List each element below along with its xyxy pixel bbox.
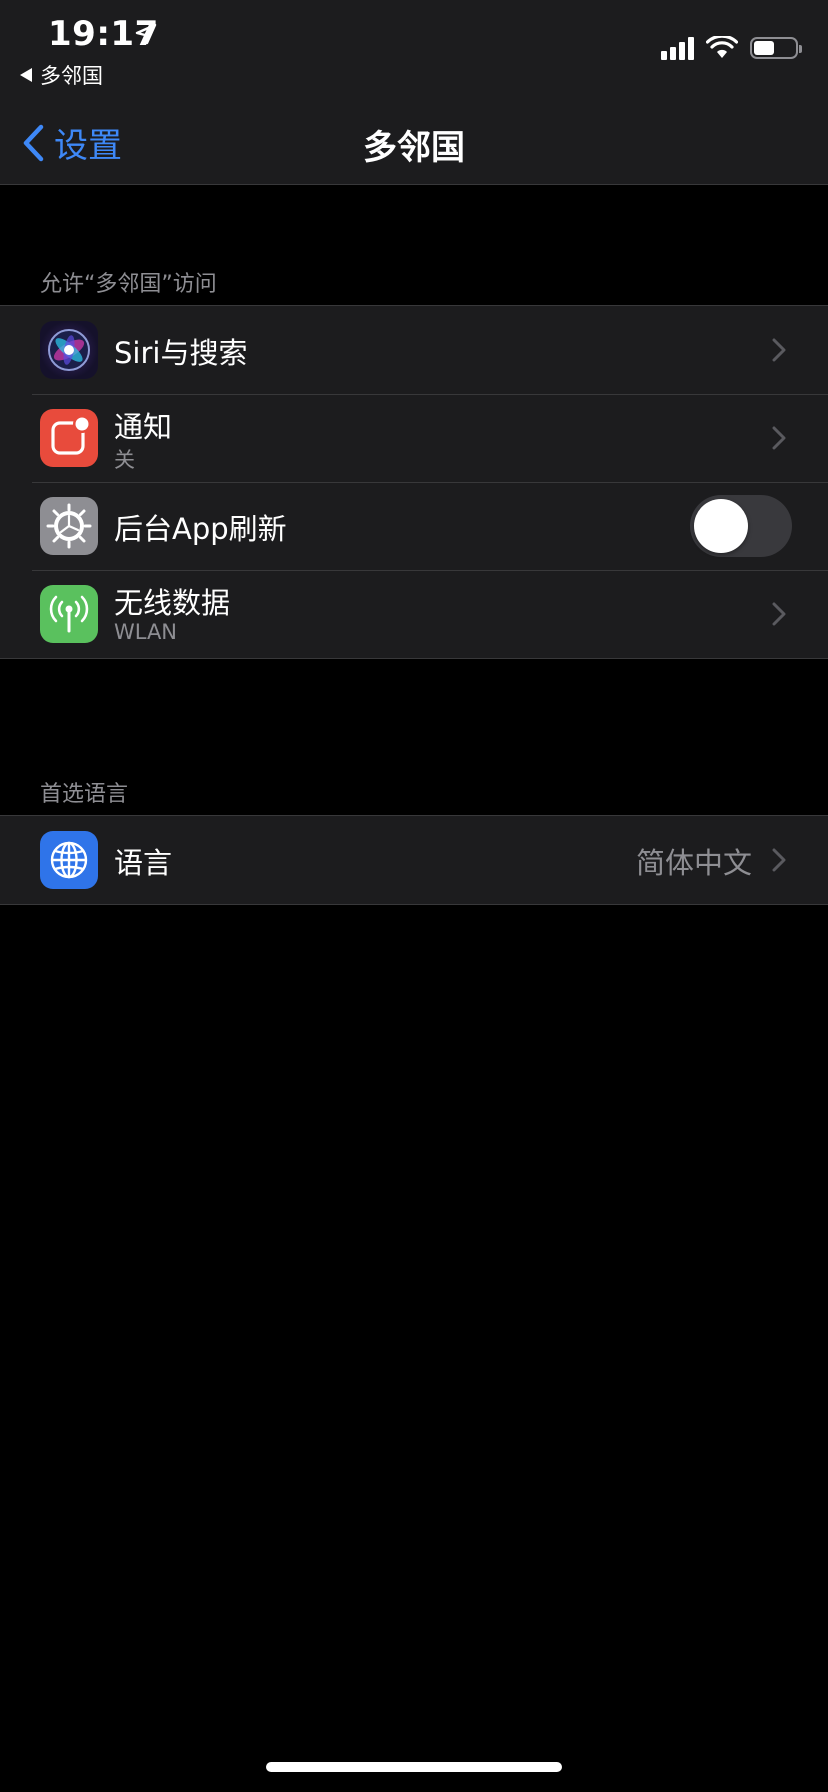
back-triangle-icon — [20, 68, 32, 82]
chevron-right-icon — [772, 848, 786, 872]
antenna-icon — [40, 585, 98, 643]
notification-icon — [40, 409, 98, 467]
chevron-right-icon — [772, 426, 786, 450]
wireless-data-row[interactable]: 无线数据 WLAN — [0, 570, 828, 658]
status-indicators — [661, 36, 802, 60]
siri-icon — [40, 321, 98, 379]
wireless-data-status: WLAN — [114, 620, 178, 644]
siri-search-label: Siri与搜索 — [114, 336, 248, 370]
language-value: 简体中文 — [635, 846, 752, 880]
status-bar: 19:17 多邻国 — [0, 0, 828, 96]
siri-search-row[interactable]: Siri与搜索 — [0, 306, 828, 394]
battery-icon — [750, 37, 802, 59]
language-row[interactable]: 语言 简体中文 — [0, 816, 828, 904]
background-refresh-label: 后台App刷新 — [114, 512, 287, 546]
notifications-label: 通知 — [114, 410, 173, 444]
language-label: 语言 — [114, 846, 173, 880]
chevron-right-icon — [772, 602, 786, 626]
wifi-icon — [706, 36, 738, 58]
background-refresh-toggle[interactable] — [690, 495, 792, 557]
cellular-signal-icon — [661, 36, 694, 60]
page-title: 多邻国 — [363, 128, 465, 168]
back-to-app-link[interactable]: 多邻国 — [20, 60, 103, 90]
notifications-status: 关 — [114, 448, 135, 472]
navigation-bar: 设置 多邻国 — [0, 96, 828, 185]
access-settings-group: Siri与搜索 通知 关 后台App刷新 无线数据 WLAN — [0, 305, 828, 659]
wireless-data-label: 无线数据 — [114, 586, 231, 620]
toggle-knob — [694, 499, 748, 553]
home-indicator[interactable] — [266, 1762, 562, 1772]
background-refresh-row: 后台App刷新 — [0, 482, 828, 570]
language-section-header: 首选语言 — [40, 782, 129, 807]
location-arrow-icon — [135, 23, 157, 45]
gear-icon — [40, 497, 98, 555]
globe-icon — [40, 831, 98, 889]
notifications-row[interactable]: 通知 关 — [0, 394, 828, 482]
access-section-header: 允许“多邻国”访问 — [40, 272, 217, 297]
back-to-app-label: 多邻国 — [40, 64, 103, 88]
language-settings-group: 语言 简体中文 — [0, 815, 828, 905]
chevron-right-icon — [772, 338, 786, 362]
